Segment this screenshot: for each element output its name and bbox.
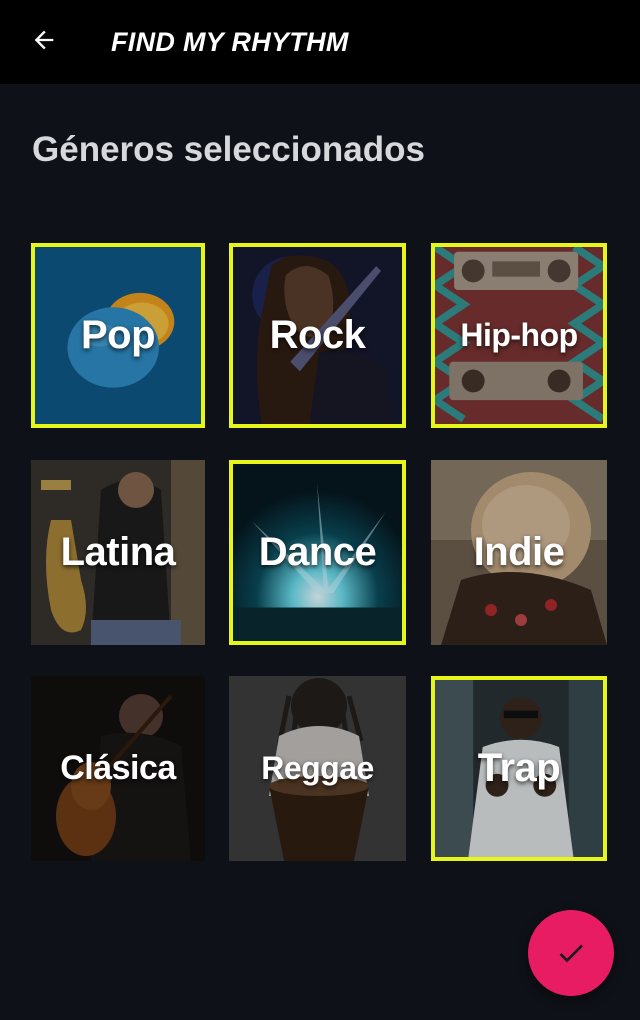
genre-label: Clásica <box>60 749 176 787</box>
genre-label: Indie <box>473 530 565 574</box>
genre-label: Dance <box>258 530 377 574</box>
app-title: FIND MY RHYTHM <box>111 27 349 57</box>
genre-label: Hip-hop <box>460 317 578 353</box>
check-icon <box>559 944 583 963</box>
genre-label: Pop <box>80 313 156 357</box>
genre-label: Rock <box>269 313 366 357</box>
genre-tile-clasica[interactable]: Clásica <box>31 676 205 861</box>
app-bar: FIND MY RHYTHM <box>0 0 640 84</box>
section-title: Géneros seleccionados <box>32 130 425 169</box>
confirm-fab-button[interactable] <box>528 910 614 996</box>
genre-tile-hip-hop[interactable]: Hip-hop <box>431 243 607 428</box>
back-button[interactable] <box>24 20 64 60</box>
genre-tile-pop[interactable]: Pop <box>31 243 205 428</box>
genre-tile-trap[interactable]: Trap <box>431 676 607 861</box>
genre-tile-rock[interactable]: Rock <box>229 243 406 428</box>
genre-label: Latina <box>60 530 176 574</box>
genre-label: Reggae <box>261 750 374 786</box>
genre-tile-dance[interactable]: Dance <box>229 460 406 645</box>
genre-tile-indie[interactable]: Indie <box>431 460 607 645</box>
arrow-left-icon <box>34 30 54 50</box>
genre-tile-latina[interactable]: Latina <box>31 460 205 645</box>
genre-label: Trap <box>477 746 561 790</box>
genre-tile-reggae[interactable]: Reggae <box>229 676 406 861</box>
